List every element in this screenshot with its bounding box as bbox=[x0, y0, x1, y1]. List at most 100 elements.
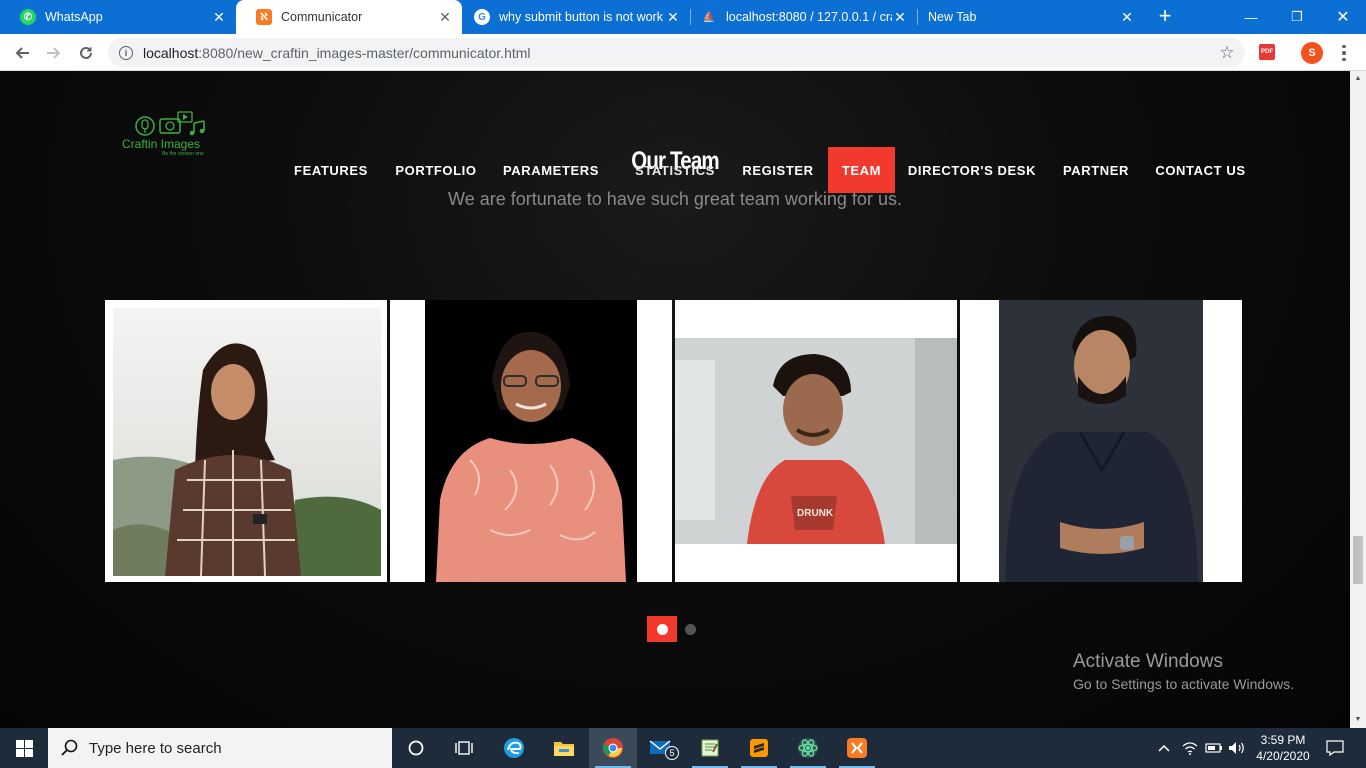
carousel-dot-active[interactable] bbox=[647, 616, 677, 642]
tab-title: why submit button is not work bbox=[499, 10, 663, 24]
page-scrollbar[interactable]: ▲ ▼ bbox=[1350, 71, 1366, 728]
cortana-icon bbox=[408, 740, 424, 756]
nav-register[interactable]: REGISTER bbox=[733, 147, 823, 193]
close-icon[interactable]: ✕ bbox=[437, 9, 453, 25]
sublime-taskbar-button[interactable] bbox=[735, 728, 783, 768]
reload-button[interactable] bbox=[74, 41, 98, 65]
cortana-button[interactable] bbox=[392, 728, 440, 768]
whatsapp-icon: ✆ bbox=[20, 9, 36, 25]
show-hidden-icons-button[interactable] bbox=[1152, 728, 1176, 768]
team-member-card[interactable]: DRUNK bbox=[675, 300, 957, 582]
folder-icon bbox=[554, 742, 574, 756]
clock-date: 4/20/2020 bbox=[1256, 749, 1310, 763]
svg-text:DRUNK: DRUNK bbox=[797, 508, 834, 519]
wifi-icon bbox=[1182, 742, 1198, 755]
main-navigation: FEATURES PORTFOLIO PARAMETERS STATISTICS… bbox=[0, 147, 1350, 193]
nav-features[interactable]: FEATURES bbox=[281, 147, 381, 193]
minimize-button[interactable]: — bbox=[1228, 0, 1274, 34]
action-center-button[interactable] bbox=[1320, 728, 1350, 768]
scroll-up-icon[interactable]: ▲ bbox=[1354, 75, 1362, 83]
battery-icon bbox=[1205, 743, 1222, 753]
team-member-card[interactable] bbox=[390, 300, 672, 582]
close-icon[interactable]: ✕ bbox=[892, 9, 908, 25]
mail-badge: 5 bbox=[665, 746, 679, 760]
chrome-icon bbox=[603, 738, 623, 758]
close-icon[interactable]: ✕ bbox=[1119, 9, 1135, 25]
nav-portfolio[interactable]: PORTFOLIO bbox=[386, 147, 486, 193]
tab-phpmyadmin[interactable]: ⛵ localhost:8080 / 127.0.0.1 / cra ✕ bbox=[681, 0, 917, 34]
new-tab-button[interactable]: + bbox=[1154, 5, 1176, 27]
carousel-pagination bbox=[647, 616, 696, 642]
browser-tab-strip: ✆ WhatsApp ✕ ℵ Communicator ✕ G why subm… bbox=[0, 0, 1366, 34]
forward-button[interactable] bbox=[42, 41, 66, 65]
profile-avatar[interactable]: S bbox=[1301, 42, 1323, 64]
xampp-taskbar-button[interactable] bbox=[833, 728, 881, 768]
edge-icon bbox=[504, 738, 524, 758]
taskbar-search[interactable]: Type here to search bbox=[48, 728, 392, 768]
watermark-title: Activate Windows bbox=[1073, 651, 1223, 672]
nav-partner[interactable]: PARTNER bbox=[1056, 147, 1136, 193]
notification-icon bbox=[1326, 740, 1344, 756]
notepadpp-taskbar-button[interactable] bbox=[686, 728, 734, 768]
task-view-button[interactable] bbox=[440, 728, 488, 768]
team-member-photo bbox=[999, 300, 1203, 582]
phpmyadmin-icon: ⛵ bbox=[702, 11, 716, 23]
arrow-right-icon bbox=[47, 47, 61, 59]
tab-new-tab[interactable]: New Tab ✕ bbox=[908, 0, 1144, 34]
search-icon bbox=[61, 739, 78, 756]
tab-title: WhatsApp bbox=[45, 10, 103, 24]
clock-time: 3:59 PM bbox=[1260, 733, 1306, 747]
watermark-subtitle: Go to Settings to activate Windows. bbox=[1073, 676, 1294, 692]
browser-menu-icon[interactable] bbox=[1336, 41, 1352, 65]
taskbar-clock[interactable]: 3:59 PM 4/20/2020 bbox=[1248, 732, 1318, 764]
back-button[interactable] bbox=[10, 41, 34, 65]
pdf-extension-icon[interactable]: PDF bbox=[1259, 44, 1275, 60]
info-icon[interactable]: i bbox=[119, 45, 133, 60]
search-placeholder: Type here to search bbox=[89, 739, 222, 757]
tab-title: Communicator bbox=[281, 10, 363, 24]
team-member-photo bbox=[113, 308, 381, 577]
tab-title: New Tab bbox=[928, 10, 977, 24]
nav-team[interactable]: TEAM bbox=[828, 147, 895, 193]
notepad-plus-plus-icon bbox=[701, 739, 719, 757]
tab-communicator[interactable]: ℵ Communicator ✕ bbox=[236, 0, 462, 34]
network-button[interactable] bbox=[1178, 728, 1202, 768]
file-explorer-taskbar-button[interactable] bbox=[540, 728, 588, 768]
nav-parameters[interactable]: PARAMETERS bbox=[494, 147, 608, 193]
scrollbar-thumb[interactable] bbox=[1353, 536, 1363, 584]
nav-contact-us[interactable]: CONTACT US bbox=[1148, 147, 1253, 193]
start-button[interactable] bbox=[0, 728, 48, 768]
windows-taskbar: Type here to search 5 3:59 PM 4/20/2020 bbox=[0, 728, 1366, 768]
team-member-card[interactable] bbox=[105, 300, 387, 582]
page-viewport: Craftin Images Be the chosen one Our Tea… bbox=[0, 71, 1350, 728]
activate-windows-watermark: Activate Windows Go to Settings to activ… bbox=[1073, 651, 1294, 692]
windows-logo-icon bbox=[15, 739, 33, 757]
speaker-icon bbox=[1229, 742, 1244, 754]
nav-directors-desk[interactable]: DIRECTOR'S DESK bbox=[902, 147, 1042, 193]
mail-taskbar-button[interactable]: 5 bbox=[637, 728, 685, 768]
carousel-dot[interactable] bbox=[685, 623, 696, 635]
tab-google-search[interactable]: G why submit button is not work ✕ bbox=[454, 0, 690, 34]
xampp-icon bbox=[847, 738, 867, 758]
team-member-photo bbox=[425, 300, 637, 582]
close-icon[interactable]: ✕ bbox=[665, 9, 681, 25]
xampp-icon: ℵ bbox=[256, 9, 272, 25]
restore-button[interactable]: ❐ bbox=[1274, 0, 1320, 34]
google-icon: G bbox=[474, 9, 490, 25]
chrome-taskbar-button[interactable] bbox=[589, 728, 637, 768]
task-view-icon bbox=[455, 741, 473, 755]
battery-button[interactable] bbox=[1202, 728, 1226, 768]
close-icon[interactable]: ✕ bbox=[211, 9, 227, 25]
atom-icon bbox=[798, 738, 818, 758]
edge-taskbar-button[interactable] bbox=[490, 728, 538, 768]
team-member-card[interactable] bbox=[960, 300, 1242, 582]
scroll-down-icon[interactable]: ▼ bbox=[1354, 716, 1362, 724]
address-bar[interactable]: i localhost:8080/new_craftin_images-mast… bbox=[108, 38, 1245, 67]
bookmark-star-icon[interactable]: ☆ bbox=[1217, 43, 1237, 63]
close-window-button[interactable]: ✕ bbox=[1320, 0, 1366, 34]
tab-whatsapp[interactable]: ✆ WhatsApp ✕ bbox=[0, 0, 236, 34]
atom-taskbar-button[interactable] bbox=[784, 728, 832, 768]
nav-statistics[interactable]: STATISTICS bbox=[614, 147, 736, 193]
url-text[interactable]: localhost:8080/new_craftin_images-master… bbox=[143, 45, 1217, 61]
volume-button[interactable] bbox=[1226, 728, 1248, 768]
